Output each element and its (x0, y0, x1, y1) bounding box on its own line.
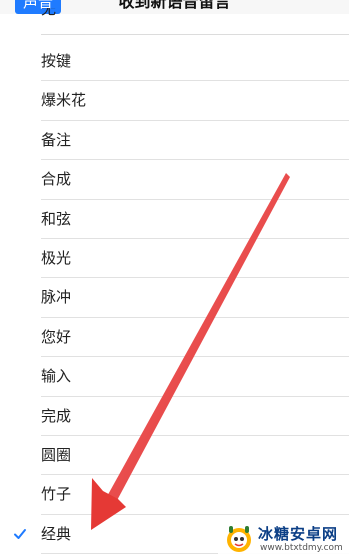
tone-item-label: 和弦 (41, 209, 72, 228)
tone-picker-screen: 声音 收到新语音留言 无 按键 爆米花 备注 合成 和弦 极光 脉冲 您好 输入 完成 圆圈 竹子 经典… (0, 0, 349, 559)
watermark-logo-icon (227, 526, 251, 552)
tone-item-label: 极光 (41, 248, 72, 267)
tone-item-label: 经典 (41, 524, 72, 543)
tone-item[interactable]: 和弦 (0, 200, 349, 240)
tone-item[interactable]: 圆圈 (0, 436, 349, 476)
watermark-url: www.btxtdmy.com (260, 543, 343, 553)
tone-item[interactable]: 完成 (0, 397, 349, 437)
tone-item[interactable]: 您好 (0, 318, 349, 358)
row-divider (41, 34, 349, 35)
tone-item[interactable]: 竹子 (0, 475, 349, 516)
tone-item-label: 备注 (41, 130, 72, 149)
tone-item[interactable]: 爆米花 (0, 81, 349, 122)
watermark: 冰糖安卓网 www.btxtdmy.com (218, 520, 349, 559)
tone-item-label: 按键 (41, 52, 72, 70)
tone-item-partial[interactable]: 无 (41, 8, 56, 26)
tone-item-label: 完成 (41, 406, 72, 425)
tone-item-label: 合成 (41, 170, 72, 189)
tone-item[interactable]: 极光 (0, 239, 349, 279)
watermark-title: 冰糖安卓网 (258, 525, 339, 543)
tone-item[interactable]: 合成 (0, 160, 349, 200)
tone-item-label: 您好 (41, 327, 72, 346)
tone-item[interactable]: 脉冲 (0, 278, 349, 319)
tone-item[interactable]: 输入 (0, 357, 349, 397)
check-icon (14, 528, 26, 539)
tone-item[interactable]: 备注 (0, 121, 349, 161)
tone-item-label: 圆圈 (41, 445, 72, 464)
tone-item-label: 输入 (41, 367, 72, 386)
tone-item-label: 竹子 (41, 485, 72, 504)
tone-item-label: 爆米花 (41, 91, 87, 110)
tone-list: 按键爆米花备注合成和弦极光脉冲您好输入完成圆圈竹子经典 (0, 42, 349, 555)
tone-item-label: 无 (41, 8, 57, 18)
tone-item-label: 脉冲 (41, 288, 72, 307)
tone-item[interactable]: 按键 (0, 42, 349, 82)
